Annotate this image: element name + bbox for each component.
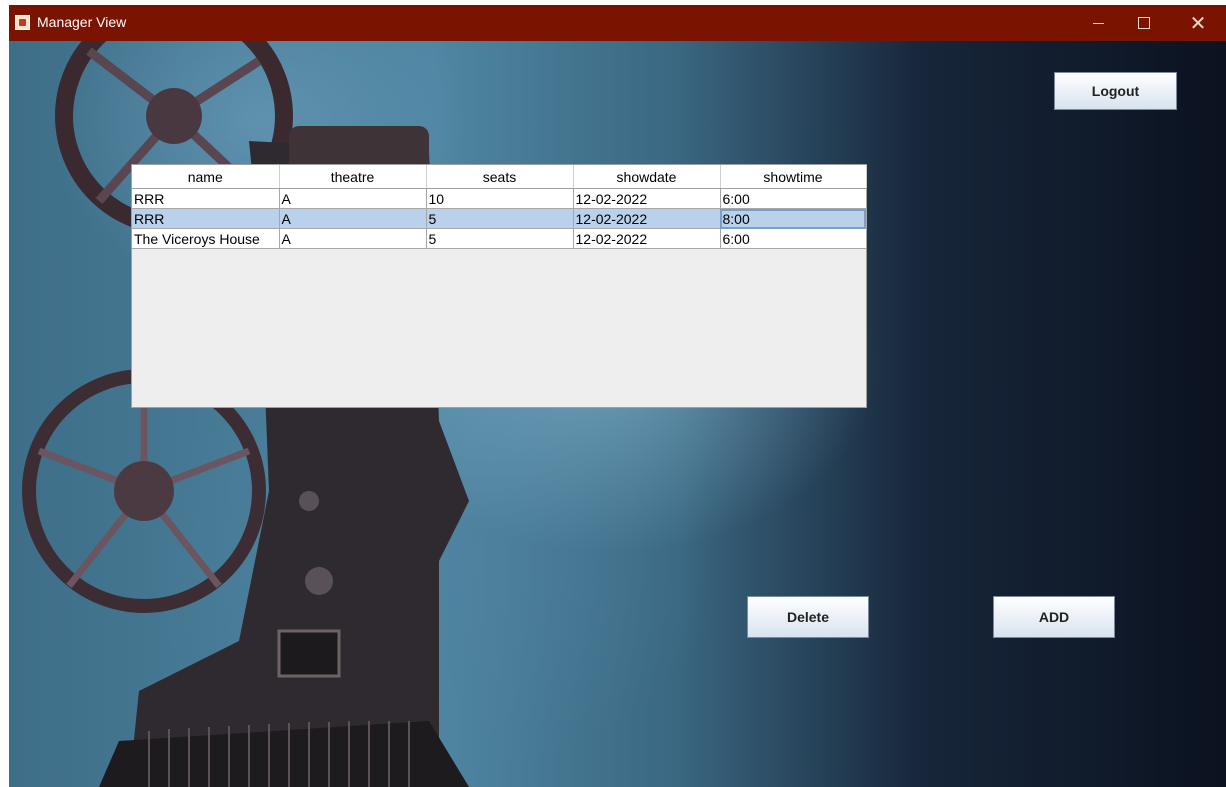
film-projector-image — [22, 41, 469, 787]
close-icon: ✕ — [1189, 12, 1207, 35]
minimize-icon — [1092, 22, 1104, 24]
add-button[interactable]: ADD — [993, 596, 1115, 638]
cell-showtime[interactable]: 6:00 — [720, 228, 867, 249]
column-header-name[interactable]: name — [132, 165, 280, 189]
window-title: Manager View — [37, 14, 127, 30]
minimize-button[interactable] — [1075, 5, 1121, 41]
cell-seats[interactable]: 10 — [426, 188, 574, 209]
logout-button[interactable]: Logout — [1054, 72, 1177, 110]
table-row[interactable]: The Viceroys House A 5 12-02-2022 6:00 — [132, 228, 867, 249]
cell-seats[interactable]: 5 — [426, 228, 574, 249]
background-image: Logout name theatre seats showdate showt… — [9, 41, 1226, 787]
cell-name[interactable]: The Viceroys House — [132, 228, 280, 249]
title-bar[interactable]: Manager View ✕ — [9, 5, 1226, 41]
table-row[interactable]: RRR A 10 12-02-2022 6:00 — [132, 188, 867, 209]
column-header-showtime[interactable]: showtime — [720, 165, 867, 189]
cell-showtime[interactable]: 6:00 — [720, 188, 867, 209]
cell-theatre[interactable]: A — [279, 228, 427, 249]
cell-name[interactable]: RRR — [132, 188, 280, 209]
table-row-selected[interactable]: RRR A 5 12-02-2022 8:00 — [132, 208, 867, 229]
delete-button[interactable]: Delete — [747, 596, 869, 638]
java-app-icon — [15, 15, 30, 30]
maximize-button[interactable] — [1121, 5, 1167, 41]
maximize-icon — [1138, 17, 1150, 29]
shows-table-panel[interactable]: name theatre seats showdate showtime RRR… — [131, 164, 867, 408]
column-header-seats[interactable]: seats — [426, 165, 574, 189]
cell-showdate[interactable]: 12-02-2022 — [573, 188, 721, 209]
close-button[interactable]: ✕ — [1175, 5, 1221, 41]
table-header-row: name theatre seats showdate showtime — [132, 165, 867, 189]
cell-showdate[interactable]: 12-02-2022 — [573, 208, 721, 229]
cell-showdate[interactable]: 12-02-2022 — [573, 228, 721, 249]
cell-name[interactable]: RRR — [132, 208, 280, 229]
column-header-showdate[interactable]: showdate — [573, 165, 721, 189]
cell-theatre[interactable]: A — [279, 188, 427, 209]
cell-showtime-focused[interactable]: 8:00 — [720, 208, 867, 229]
cell-theatre[interactable]: A — [279, 208, 427, 229]
manager-view-window: Manager View ✕ Logout name theatre seats… — [9, 5, 1226, 787]
column-header-theatre[interactable]: theatre — [279, 165, 427, 189]
shows-table[interactable]: name theatre seats showdate showtime RRR… — [132, 165, 867, 249]
cell-seats[interactable]: 5 — [426, 208, 574, 229]
